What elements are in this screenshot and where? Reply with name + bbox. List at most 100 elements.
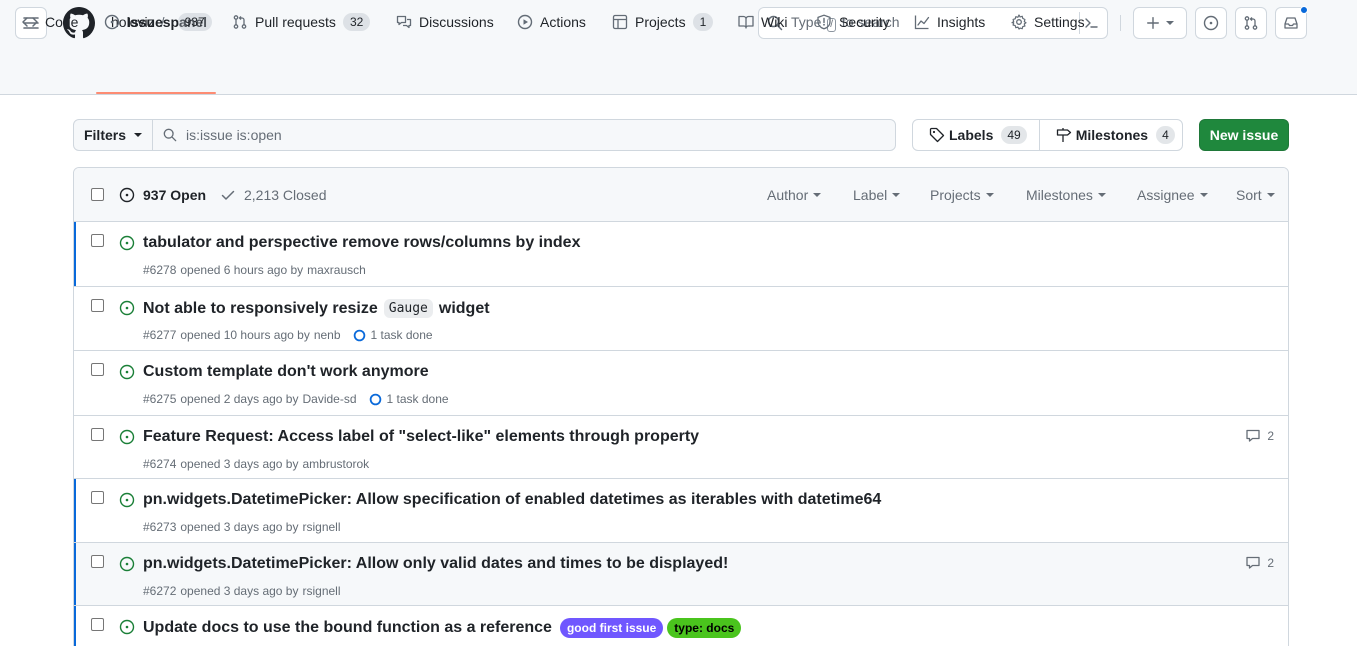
create-new-button[interactable] xyxy=(1133,7,1187,39)
tab-pull-requests[interactable]: Pull requests 32 xyxy=(232,0,371,43)
closed-issues-filter[interactable]: 2,213 Closed xyxy=(220,187,327,203)
issue-title-link[interactable]: tabulator and perspective remove rows/co… xyxy=(143,234,580,252)
issue-author-link[interactable]: ambrustorok xyxy=(302,457,369,471)
issue-meta: #6275 opened 2 days ago by Davide-sd 1 t… xyxy=(143,392,449,406)
chevron-down-icon xyxy=(813,193,822,197)
issue-opened-icon xyxy=(119,556,135,572)
sort-dropdown[interactable]: Sort xyxy=(1236,187,1275,203)
notification-dot xyxy=(1300,6,1308,14)
tab-label: Issues xyxy=(127,13,171,30)
issue-title-link[interactable]: Not able to responsively resize Gauge wi… xyxy=(143,299,490,318)
tab-label: Settings xyxy=(1034,13,1085,30)
issue-row[interactable]: Feature Request: Access label of "select… xyxy=(74,416,1288,479)
issue-opened-icon xyxy=(104,14,120,29)
issues-list-header: 937 Open 2,213 Closed Author Label Proje… xyxy=(74,168,1288,222)
label-filter-dropdown[interactable]: Label xyxy=(853,187,901,203)
issue-number: #6274 xyxy=(143,457,177,471)
active-tab-indicator xyxy=(96,92,216,94)
gear-icon xyxy=(1011,13,1027,30)
shield-icon xyxy=(817,14,831,29)
milestones-filter-dropdown[interactable]: Milestones xyxy=(1026,187,1106,203)
issue-checkbox[interactable] xyxy=(91,428,104,441)
tab-discussions[interactable]: Discussions xyxy=(396,0,494,43)
issue-meta: #6277 opened 10 hours ago by nenb 1 task… xyxy=(143,328,433,342)
comments-link[interactable]: 2 xyxy=(1245,555,1274,571)
issue-checkbox[interactable] xyxy=(91,234,104,247)
tab-counter: 937 xyxy=(177,12,212,31)
tab-issues[interactable]: Issues 937 xyxy=(104,0,212,43)
comments-link[interactable]: 2 xyxy=(1245,428,1274,444)
table-icon xyxy=(612,14,628,29)
issue-title-link[interactable]: pn.widgets.DatetimePicker: Allow specifi… xyxy=(143,491,881,509)
task-progress[interactable]: 1 task done xyxy=(353,328,433,342)
tab-projects[interactable]: Projects 1 xyxy=(612,0,714,43)
issue-row[interactable]: pn.widgets.DatetimePicker: Allow only va… xyxy=(74,543,1288,606)
issue-opened-icon xyxy=(119,492,135,508)
tab-counter: 1 xyxy=(692,12,714,31)
issue-checkbox[interactable] xyxy=(91,555,104,568)
play-icon xyxy=(517,14,533,29)
new-issue-button[interactable]: New issue xyxy=(1199,119,1289,151)
issue-row[interactable]: tabulator and perspective remove rows/co… xyxy=(74,222,1288,287)
issues-list: 937 Open 2,213 Closed Author Label Proje… xyxy=(73,167,1289,646)
issue-checkbox[interactable] xyxy=(91,491,104,504)
issue-meta: #6274 opened 3 days ago by ambrustorok xyxy=(143,457,369,471)
your-issues-button[interactable] xyxy=(1195,7,1227,39)
author-filter-dropdown[interactable]: Author xyxy=(767,187,822,203)
issue-title-link[interactable]: Feature Request: Access label of "select… xyxy=(143,428,699,446)
tab-security[interactable]: Security xyxy=(816,0,890,43)
issue-row[interactable]: Custom template don't work anymore #6275… xyxy=(74,351,1288,416)
label-good-first-issue[interactable]: good first issue xyxy=(559,618,664,638)
labels-milestones-group: Labels 49 Milestones 4 xyxy=(912,119,1183,151)
tab-settings[interactable]: Settings xyxy=(1011,0,1085,43)
issue-meta: #6273 opened 3 days ago by rsignell xyxy=(143,520,341,534)
tag-icon xyxy=(929,127,945,143)
issue-opened-text: opened 3 days ago by xyxy=(180,520,299,534)
tab-actions[interactable]: Actions xyxy=(517,0,586,43)
your-pull-requests-button[interactable] xyxy=(1235,7,1267,39)
tab-code[interactable]: Code xyxy=(22,0,78,43)
issue-title-link[interactable]: Update docs to use the bound function as… xyxy=(143,618,742,638)
issue-title-link[interactable]: pn.widgets.DatetimePicker: Allow only va… xyxy=(143,555,728,573)
issue-opened-icon xyxy=(119,619,135,635)
issue-search-input[interactable]: is:issue is:open xyxy=(153,120,895,150)
assignee-filter-dropdown[interactable]: Assignee xyxy=(1137,187,1208,203)
issue-author-link[interactable]: rsignell xyxy=(302,520,340,534)
filters-dropdown-button[interactable]: Filters xyxy=(74,120,153,150)
issue-opened-icon xyxy=(1203,15,1219,31)
issue-opened-text: opened 3 days ago by xyxy=(180,584,299,598)
issue-opened-icon xyxy=(119,429,135,445)
issue-row[interactable]: pn.widgets.DatetimePicker: Allow specifi… xyxy=(74,479,1288,543)
select-all-checkbox[interactable] xyxy=(91,188,104,201)
tab-wiki[interactable]: Wiki xyxy=(738,0,787,43)
issue-title-link[interactable]: Custom template don't work anymore xyxy=(143,363,429,381)
header-divider xyxy=(1120,15,1121,31)
tab-label: Insights xyxy=(937,13,986,30)
tab-insights[interactable]: Insights xyxy=(914,0,985,43)
filters-label: Filters xyxy=(83,127,126,143)
tab-label: Pull requests xyxy=(255,13,336,30)
label-type-docs[interactable]: type: docs xyxy=(667,618,742,638)
issue-row[interactable]: Not able to responsively resize Gauge wi… xyxy=(74,287,1288,351)
issue-checkbox[interactable] xyxy=(91,299,104,312)
task-progress[interactable]: 1 task done xyxy=(369,392,449,406)
projects-filter-dropdown[interactable]: Projects xyxy=(930,187,994,203)
milestones-button[interactable]: Milestones 4 xyxy=(1038,120,1187,150)
issue-checkbox[interactable] xyxy=(91,363,104,376)
issue-author-link[interactable]: Davide-sd xyxy=(302,392,356,406)
comment-discussion-icon xyxy=(396,15,412,28)
issue-author-link[interactable]: maxrausch xyxy=(307,263,366,277)
issue-search-query: is:issue is:open xyxy=(186,127,282,143)
chevron-down-icon xyxy=(1199,193,1208,197)
tab-label: Security xyxy=(839,13,890,30)
issue-checkbox[interactable] xyxy=(91,618,104,631)
labels-button[interactable]: Labels 49 xyxy=(913,120,1039,150)
open-issues-filter[interactable]: 937 Open xyxy=(119,187,206,203)
comment-icon xyxy=(1246,429,1260,442)
repo-header: holoviz / panel Type / to search Code Is… xyxy=(0,0,1357,95)
issue-author-link[interactable]: rsignell xyxy=(302,584,340,598)
issue-author-link[interactable]: nenb xyxy=(314,328,341,342)
chevron-down-icon xyxy=(1166,21,1174,25)
issue-opened-text: opened 3 days ago by xyxy=(180,457,299,471)
issue-row[interactable]: Update docs to use the bound function as… xyxy=(74,606,1288,646)
